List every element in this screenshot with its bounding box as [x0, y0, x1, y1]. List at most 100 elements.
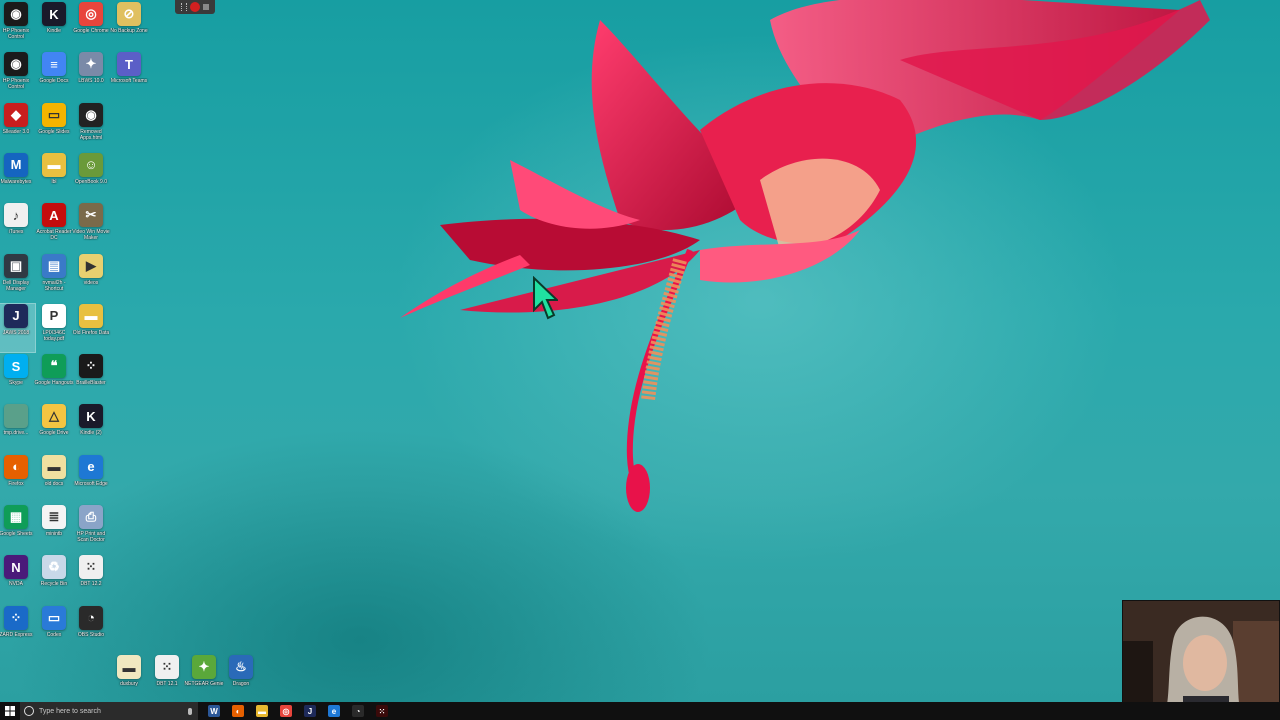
obs-icon: ◔ [352, 705, 364, 717]
desktop-shortcut[interactable]: ♪ iTunes [0, 203, 35, 251]
desktop-shortcut[interactable]: ◎ Google Chrome [72, 2, 110, 50]
brailleblaster-icon: ⁘ [79, 354, 103, 379]
shortcut-icon: ▤ [42, 253, 66, 278]
desktop-shortcut[interactable]: ≣ minintb [35, 505, 73, 553]
desktop-shortcut-label: Malwarebytes [0, 178, 32, 185]
desktop-shortcut[interactable]: ≡ Google Docs [35, 52, 73, 100]
desktop-shortcut[interactable]: ✂ Video Win Movie Maker [72, 203, 110, 251]
desktop-shortcut[interactable]: M Malwarebytes [0, 152, 35, 201]
acrobat-icon: A [42, 203, 66, 228]
desktop-shortcut[interactable]: ▭ Codex [35, 605, 73, 654]
teams-icon: T [117, 52, 141, 77]
desktop-shortcut-label: OBS Studio [77, 631, 105, 638]
desktop-shortcut-label: Kindle (2) [80, 430, 102, 437]
desktop-shortcut[interactable]: ▬ lbl [35, 152, 73, 201]
desktop-shortcut[interactable]: ▣ Dell Display Manager [0, 253, 35, 302]
desktop-shortcut[interactable]: K Kindle (2) [72, 404, 110, 452]
desktop-shortcut-label: old docs [44, 480, 64, 487]
desktop-shortcut[interactable]: T Microsoft Teams [110, 52, 148, 100]
start-button[interactable] [0, 702, 20, 720]
taskbar-app-button[interactable]: e [322, 702, 346, 720]
desktop-shortcut[interactable]: K Kindle [35, 2, 73, 50]
desktop-shortcut[interactable]: ♻ Recycle Bin [35, 555, 73, 603]
hp-print-scan-icon: ⎙ [79, 505, 103, 529]
desktop-shortcut[interactable]: ▤ nvmail2h - Shortcut [35, 253, 73, 302]
desktop-shortcut[interactable]: ⁙ DBT 12.1 [148, 655, 186, 703]
word-icon: W [208, 705, 220, 717]
desktop-shortcut[interactable]: ◆ Slleader 3.0 [0, 102, 35, 151]
taskbar-app-button[interactable]: W [202, 702, 226, 720]
edge-icon: e [79, 454, 103, 479]
firefox-icon: ◐ [4, 454, 28, 479]
file-explorer-icon: ▬ [256, 705, 268, 717]
desktop-shortcut[interactable]: ✦ LBWS 10.0 [72, 52, 110, 100]
screen-recorder-widget[interactable] [175, 0, 215, 14]
dbt-icon: ⁙ [376, 705, 388, 717]
desktop-shortcut[interactable]: tmp.drive... [0, 404, 35, 452]
desktop-shortcut[interactable]: ♨ Dragon [222, 655, 260, 703]
hp-phoenix-icon: ◉ [4, 2, 28, 26]
desktop-shortcut[interactable]: ◉ HP Phoenix Control [0, 52, 35, 100]
desktop-shortcut[interactable]: △ Google Drive [35, 404, 73, 452]
desktop-shortcut[interactable]: ⊘ No Backup Zone [110, 2, 148, 50]
jaws-icon: J [304, 705, 316, 717]
desktop-shortcut[interactable]: ◉ Removed Apps.html [72, 102, 110, 151]
desktop-shortcut-label: Kindle [47, 28, 61, 34]
taskbar-app-button[interactable]: ⁙ [370, 702, 394, 720]
desktop-shortcut-label: Google Hangouts [34, 380, 74, 387]
desktop-shortcut[interactable]: ⁘ ZARD Express [0, 605, 35, 654]
desktop-shortcut[interactable]: ⎙ HP Print and Scan Doctor [72, 505, 110, 553]
desktop-shortcut[interactable]: ◉ HP Phoenix Control [0, 2, 35, 50]
desktop-shortcut-label: tmp.drive... [3, 430, 29, 437]
desktop-shortcut[interactable]: ◔ OBS Studio [72, 605, 110, 654]
desktop-shortcut-label: ZARD Express [0, 631, 33, 638]
taskbar: Type here to search W ◐ ▬ ◎ Je ◔ ⁙ [0, 702, 1280, 720]
desktop-shortcut-label: Codex [46, 631, 62, 638]
desktop-shortcut-label: No Backup Zone [110, 28, 148, 34]
desktop-shortcut-label: Dell Display Manager [2, 279, 30, 292]
mouse-pointer-icon [532, 275, 560, 325]
desktop-shortcut-label: HP Print and Scan Doctor [76, 531, 106, 543]
text-file-icon: ≣ [42, 505, 66, 529]
taskbar-app-button[interactable]: ◐ [226, 702, 250, 720]
desktop-shortcut[interactable]: ☺ OpenBook 9.0 [72, 152, 110, 201]
desktop-shortcut[interactable]: A Acrobat Reader DC [35, 203, 73, 251]
taskbar-app-button[interactable]: J [298, 702, 322, 720]
desktop-shortcut[interactable]: ❝ Google Hangouts [35, 354, 73, 402]
desktop-shortcut[interactable]: ✦ NETGEAR Genie [185, 655, 223, 703]
search-placeholder: Type here to search [39, 707, 101, 715]
desktop-shortcut[interactable]: ▬ duxbury [110, 655, 148, 703]
desktop-shortcut[interactable]: S Skype [0, 354, 35, 402]
dbt-icon: ⁙ [155, 655, 179, 679]
desktop-shortcut[interactable]: N NVDA [0, 555, 35, 603]
obs-icon: ◔ [79, 605, 103, 630]
dell-display-icon: ▣ [4, 253, 28, 278]
desktop-shortcut[interactable]: ⁙ DBT 12.2 [72, 555, 110, 603]
stop-icon[interactable] [203, 4, 209, 10]
desktop-shortcut-label: Microsoft Edge [74, 480, 108, 487]
microphone-icon[interactable] [188, 707, 192, 715]
record-icon[interactable] [190, 2, 200, 12]
desktop-shortcut[interactable]: e Microsoft Edge [72, 454, 110, 503]
drag-handle-icon[interactable] [181, 3, 187, 11]
desktop-shortcut[interactable]: ▬ Old Firefox Data [72, 303, 110, 352]
desktop-shortcut[interactable]: ⁘ BrailleBlaster [72, 354, 110, 402]
desktop-shortcut[interactable]: ▶ videos [72, 253, 110, 302]
desktop-shortcut[interactable]: ◐ Firefox [0, 454, 35, 503]
taskbar-app-button[interactable]: ◎ [274, 702, 298, 720]
desktop-shortcut-label: HP Phoenix Control [2, 28, 30, 40]
nvda-icon: N [4, 555, 28, 580]
desktop-shortcut[interactable]: J JAWS 2018 [0, 302, 36, 353]
taskbar-app-button[interactable]: ◔ [346, 702, 370, 720]
desktop-shortcut[interactable]: ▬ old docs [35, 454, 73, 503]
desktop-shortcut[interactable]: ▦ Google Sheets [0, 505, 35, 553]
desktop-shortcut-label: Google Chrome [73, 28, 109, 34]
recycle-bin-icon: ♻ [42, 555, 66, 580]
chrome-icon: ◎ [280, 705, 292, 717]
netgear-genie-icon: ✦ [192, 655, 216, 679]
desktop-shortcut-label: DBT 12.2 [80, 581, 102, 588]
taskbar-app-button[interactable]: ▬ [250, 702, 274, 720]
desktop-shortcut[interactable]: ▭ Google Slides [35, 102, 73, 151]
taskbar-search-box[interactable]: Type here to search [20, 702, 198, 720]
desktop-shortcut[interactable]: P LPIX346C today.pdf [35, 303, 73, 352]
